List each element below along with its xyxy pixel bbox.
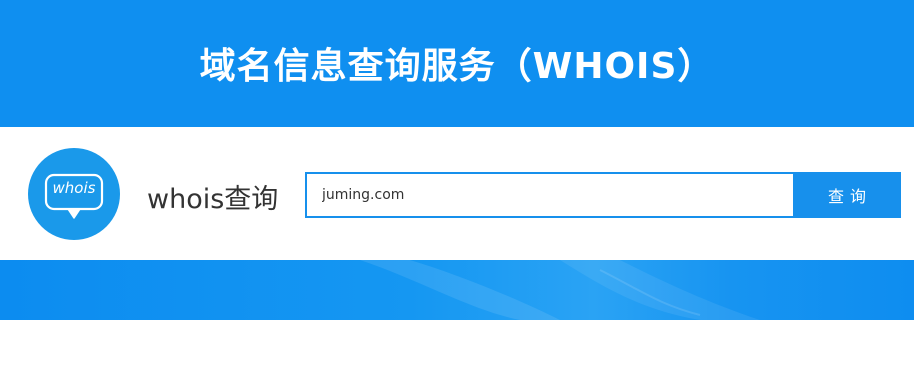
wave-decoration [360,260,760,320]
logo-text: whois [52,179,96,197]
whois-logo: whois [28,148,120,240]
page-title: 域名信息查询服务（WHOIS） [199,45,715,87]
service-label: whois查询 [147,184,279,215]
header-banner: 域名信息查询服务（WHOIS） [0,0,914,127]
search-button[interactable]: 查询 [793,172,901,218]
whois-page: 域名信息查询服务（WHOIS） whois whois查询 查询 [0,0,914,392]
decorative-band [0,260,914,320]
domain-search-input[interactable] [307,174,794,216]
search-section: whois whois查询 查询 [0,127,914,260]
search-box [305,172,794,218]
